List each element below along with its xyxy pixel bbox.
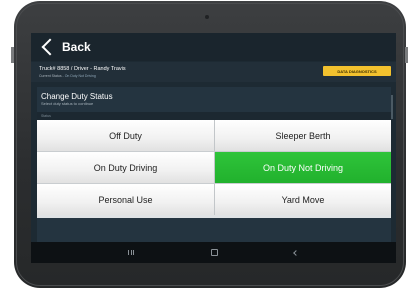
grid-divider [37, 215, 391, 218]
scrollbar[interactable] [391, 95, 393, 119]
current-status-line: Current Status - On Duty Not Driving [39, 74, 96, 78]
off-duty-button[interactable]: Off Duty [37, 120, 214, 151]
duty-status-grid: Off Duty Sleeper Berth On Duty Driving O… [37, 120, 391, 215]
system-back-button[interactable] [286, 242, 306, 263]
sleeper-berth-button[interactable]: Sleeper Berth [214, 120, 391, 151]
status-section-label: Status [37, 112, 391, 120]
driver-info-bar: Truck# 8858 / Driver - Randy Travis Curr… [31, 62, 396, 82]
chevron-left-icon[interactable] [41, 38, 59, 56]
back-icon [293, 249, 299, 256]
recents-button[interactable] [121, 242, 141, 263]
change-duty-status-panel: Change Duty Status Select duty status to… [37, 87, 391, 263]
front-camera [205, 15, 209, 19]
tablet-side-button [405, 47, 408, 63]
top-bar: Back [31, 33, 396, 61]
home-icon [210, 249, 218, 256]
system-nav-bar [31, 242, 396, 263]
panel-title: Change Duty Status [41, 92, 113, 101]
panel-subtitle: Select duty status to continue [41, 101, 94, 106]
home-button[interactable] [204, 242, 224, 263]
back-button[interactable]: Back [62, 40, 91, 54]
yard-move-button[interactable]: Yard Move [214, 184, 391, 215]
truck-driver-label: Truck# 8858 / Driver - Randy Travis [39, 66, 126, 72]
recents-icon [128, 250, 134, 255]
on-duty-not-driving-button[interactable]: On Duty Not Driving [214, 152, 391, 183]
current-status-value: On Duty Not Driving [64, 74, 96, 78]
data-diagnostics-button[interactable]: DATA DIAGNOSTICS [323, 66, 391, 76]
tablet-side-button [11, 47, 14, 63]
on-duty-driving-button[interactable]: On Duty Driving [37, 152, 214, 183]
personal-use-button[interactable]: Personal Use [37, 184, 214, 215]
current-status-label: Current Status - [39, 74, 65, 78]
app-screen: Back Truck# 8858 / Driver - Randy Travis… [31, 33, 396, 263]
